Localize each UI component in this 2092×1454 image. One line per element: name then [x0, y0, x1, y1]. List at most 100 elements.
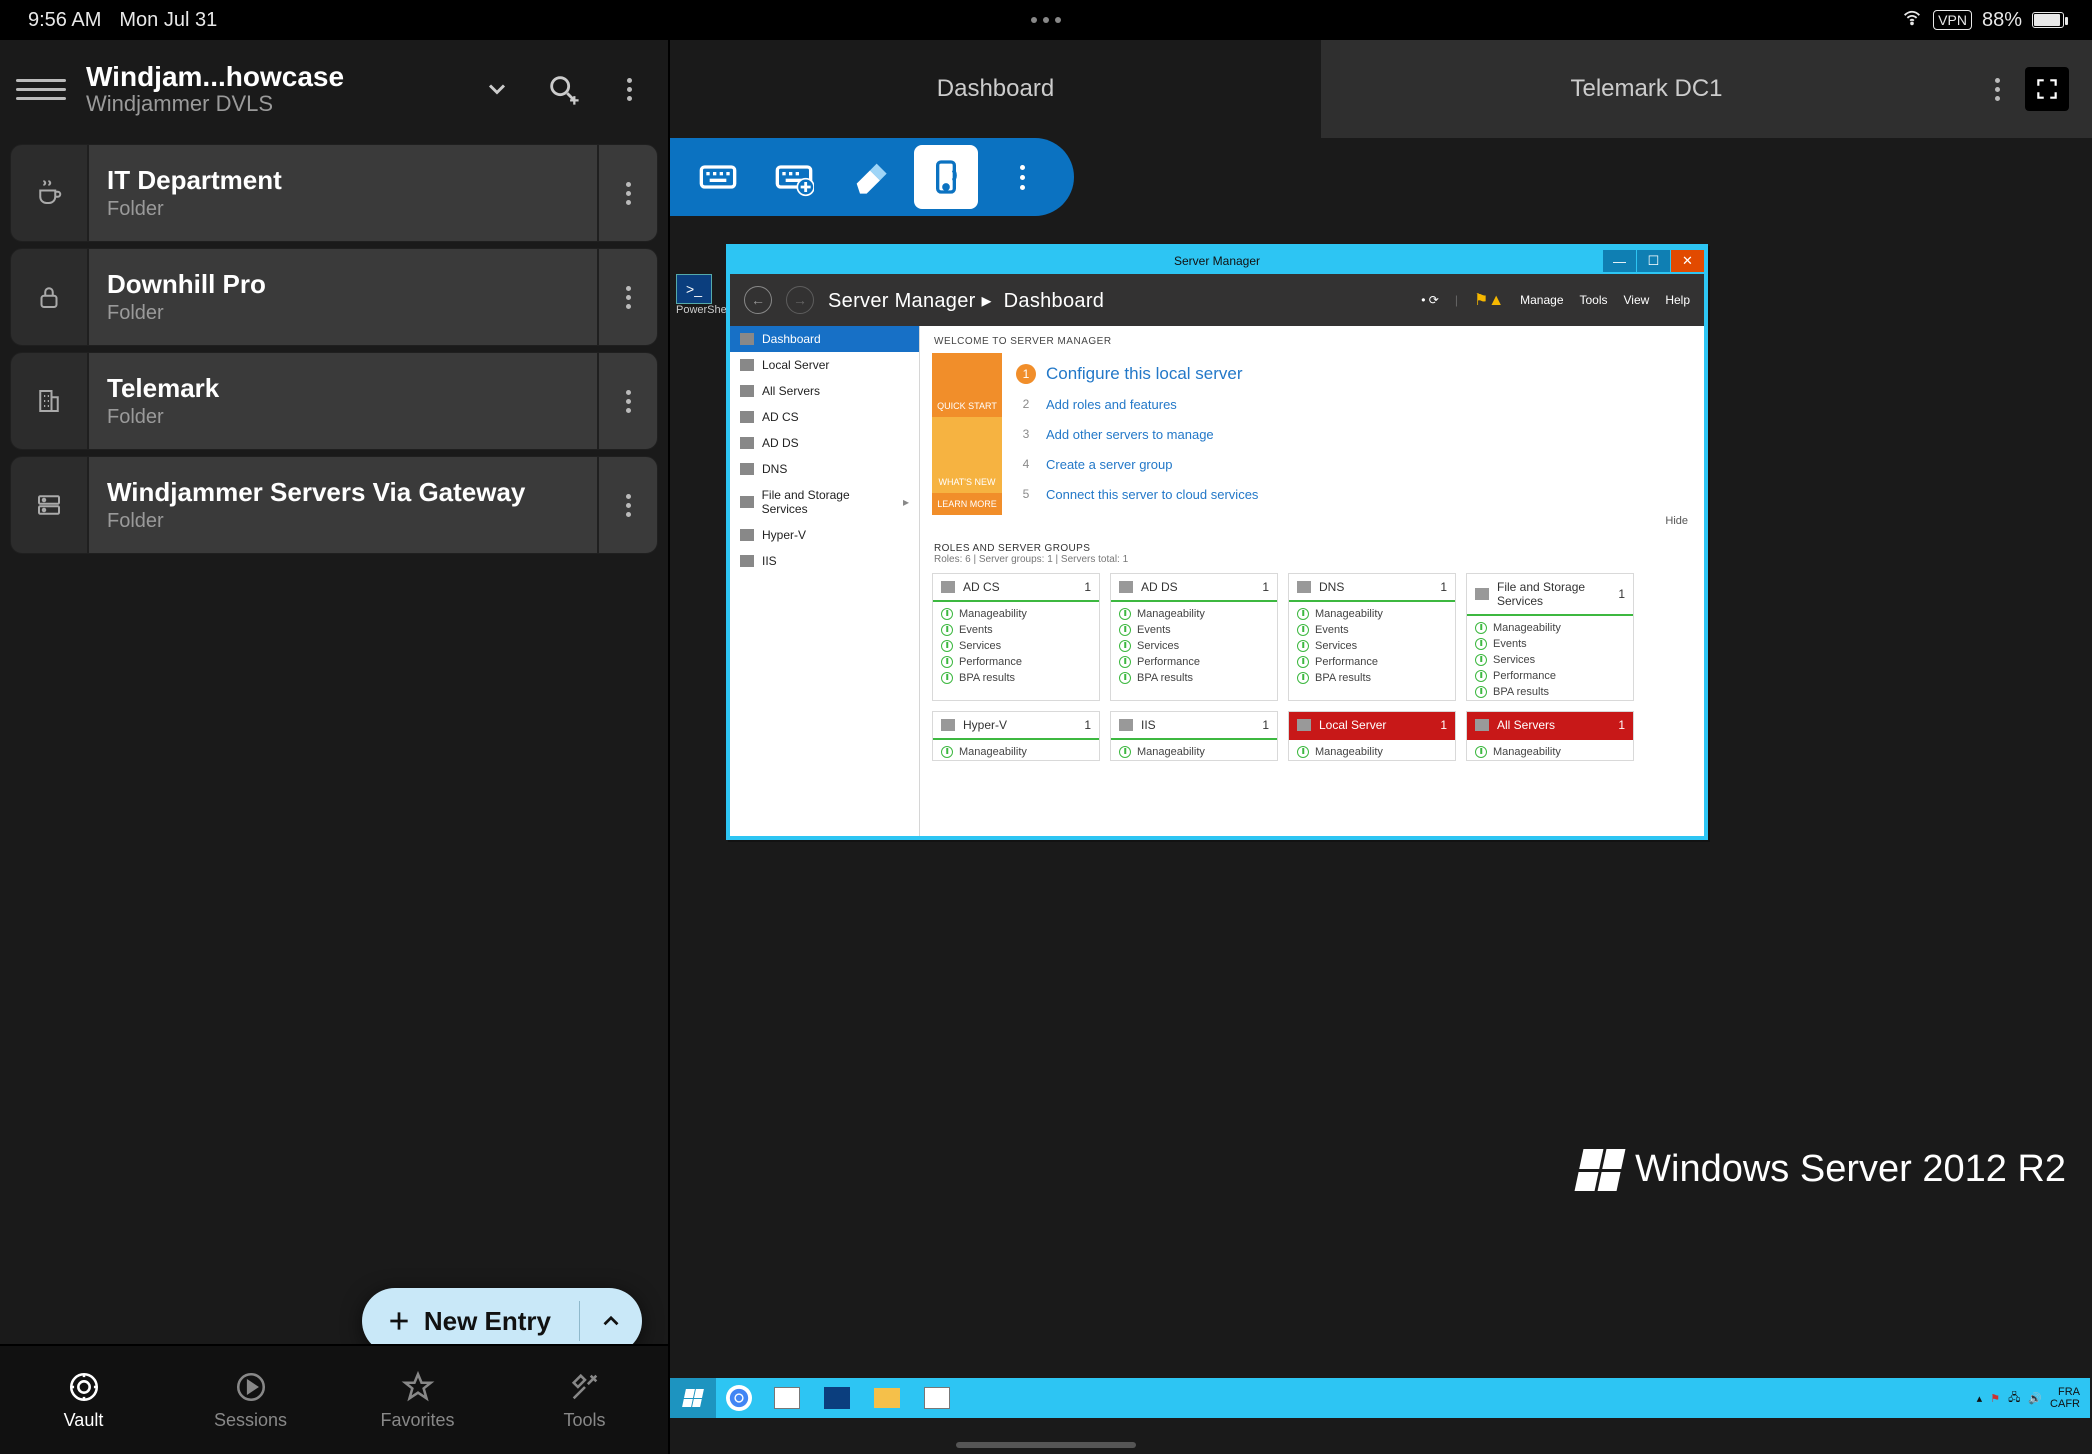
tray-language[interactable]: FRACAFR — [2050, 1386, 2080, 1410]
hide-link[interactable]: Hide — [920, 515, 1704, 531]
toolbar-touch-icon[interactable] — [914, 145, 978, 209]
search-icon[interactable] — [540, 66, 586, 112]
quickstart-step[interactable]: 4Create a server group — [1016, 449, 1678, 479]
menu-help[interactable]: Help — [1665, 293, 1690, 307]
role-tile[interactable]: AD DS1ManageabilityEventsServicesPerform… — [1110, 573, 1278, 701]
toolbar-eraser-icon[interactable] — [838, 145, 902, 209]
vault-selector[interactable]: Windjam...howcase Windjammer DVLS — [86, 61, 454, 117]
tray-flag-icon[interactable]: ⚑ — [1990, 1392, 2000, 1405]
sm-nav-item[interactable]: AD DS — [730, 430, 919, 456]
tile-metric[interactable]: Manageability — [1289, 606, 1455, 622]
window-close-button[interactable]: ✕ — [1670, 250, 1704, 272]
tray-up-icon[interactable]: ▴ — [1977, 1392, 1983, 1405]
quickstart-step[interactable]: 1Configure this local server — [1016, 359, 1678, 389]
tile-metric[interactable]: Performance — [933, 654, 1099, 670]
remote-taskbar[interactable]: ▴ ⚑ 🖧 🔊 FRACAFR — [670, 1378, 2090, 1418]
tile-metric[interactable]: BPA results — [1467, 684, 1633, 700]
nav-favorites[interactable]: Favorites — [334, 1346, 501, 1454]
nav-tools[interactable]: Tools — [501, 1346, 668, 1454]
tile-metric[interactable]: Events — [933, 622, 1099, 638]
tile-metric[interactable]: BPA results — [933, 670, 1099, 686]
role-tile[interactable]: IIS1Manageability — [1110, 711, 1278, 761]
role-tile[interactable]: Hyper-V1Manageability — [932, 711, 1100, 761]
hamburger-menu-icon[interactable] — [16, 64, 66, 114]
tile-metric[interactable]: Manageability — [1467, 620, 1633, 636]
tile-metric[interactable]: Services — [1289, 638, 1455, 654]
tile-metric[interactable]: Manageability — [1111, 606, 1277, 622]
taskbar-powershell-icon[interactable] — [814, 1382, 860, 1414]
role-tile[interactable]: Local Server1Manageability — [1288, 711, 1456, 761]
taskbar-server-manager-icon[interactable] — [764, 1382, 810, 1414]
tab-dashboard[interactable]: Dashboard — [670, 40, 1321, 138]
tile-metric[interactable]: Events — [1467, 636, 1633, 652]
window-minimize-button[interactable]: — — [1602, 250, 1636, 272]
fullscreen-icon[interactable] — [2025, 67, 2069, 111]
vault-item[interactable]: Windjammer Servers Via Gateway Folder — [10, 456, 658, 554]
tile-metric[interactable]: Manageability — [1289, 744, 1455, 760]
desktop-shortcut-powershell[interactable]: >_ PowerShell — [676, 274, 732, 316]
toolbar-more-icon[interactable] — [990, 145, 1054, 209]
header-more-icon[interactable] — [606, 66, 652, 112]
chevron-down-icon[interactable] — [474, 66, 520, 112]
sm-nav-item[interactable]: Dashboard — [730, 326, 919, 352]
tile-metric[interactable]: Manageability — [1467, 744, 1633, 760]
refresh-icon[interactable]: • ⟳ — [1421, 293, 1439, 307]
tile-metric[interactable]: BPA results — [1111, 670, 1277, 686]
vault-item-more-icon[interactable] — [598, 144, 658, 242]
tile-metric[interactable]: Performance — [1111, 654, 1277, 670]
role-tile[interactable]: DNS1ManageabilityEventsServicesPerforman… — [1288, 573, 1456, 701]
nav-back-icon[interactable]: ← — [744, 286, 772, 314]
vault-item-more-icon[interactable] — [598, 248, 658, 346]
server-manager-window[interactable]: Server Manager — ☐ ✕ ← → Server Manager … — [726, 244, 1708, 840]
role-tile[interactable]: All Servers1Manageability — [1466, 711, 1634, 761]
menu-tools[interactable]: Tools — [1580, 293, 1608, 307]
quickstart-step[interactable]: 5Connect this server to cloud services — [1016, 479, 1678, 509]
tile-metric[interactable]: Services — [933, 638, 1099, 654]
role-tile[interactable]: File and Storage Services1ManageabilityE… — [1466, 573, 1634, 701]
tile-metric[interactable]: Performance — [1289, 654, 1455, 670]
tile-metric[interactable]: Events — [1111, 622, 1277, 638]
tile-metric[interactable]: Services — [1467, 652, 1633, 668]
vault-item-more-icon[interactable] — [598, 352, 658, 450]
taskbar-app-icon[interactable] — [914, 1382, 960, 1414]
toolbar-keyboard-plus-icon[interactable] — [762, 145, 826, 209]
nav-sessions[interactable]: Sessions — [167, 1346, 334, 1454]
vault-item-more-icon[interactable] — [598, 456, 658, 554]
quickstart-step[interactable]: 3Add other servers to manage — [1016, 419, 1678, 449]
sm-nav-item[interactable]: DNS — [730, 456, 919, 482]
vault-item[interactable]: Downhill Pro Folder — [10, 248, 658, 346]
menu-manage[interactable]: Manage — [1520, 293, 1563, 307]
sm-nav-item[interactable]: All Servers — [730, 378, 919, 404]
sm-nav-item[interactable]: AD CS — [730, 404, 919, 430]
tile-metric[interactable]: Manageability — [933, 606, 1099, 622]
multitask-dots-icon[interactable] — [1031, 17, 1061, 23]
nav-forward-icon[interactable]: → — [786, 286, 814, 314]
tile-metric[interactable]: Performance — [1467, 668, 1633, 684]
new-entry-expand-icon[interactable] — [580, 1308, 642, 1334]
remote-viewport[interactable]: >_ PowerShell Server Manager — ☐ ✕ ← — [670, 138, 2092, 1454]
tray-sound-icon[interactable]: 🔊 — [2028, 1392, 2042, 1405]
tile-metric[interactable]: Manageability — [933, 744, 1099, 760]
flag-warning-icon[interactable]: ⚑▲ — [1474, 290, 1504, 310]
quickstart-step[interactable]: 2Add roles and features — [1016, 389, 1678, 419]
taskbar-chrome-icon[interactable] — [726, 1385, 752, 1411]
tile-metric[interactable]: Events — [1289, 622, 1455, 638]
role-tile[interactable]: AD CS1ManageabilityEventsServicesPerform… — [932, 573, 1100, 701]
taskbar-explorer-icon[interactable] — [864, 1382, 910, 1414]
vault-item[interactable]: Telemark Folder — [10, 352, 658, 450]
taskbar-tray[interactable]: ▴ ⚑ 🖧 🔊 FRACAFR — [1967, 1386, 2090, 1410]
start-button[interactable] — [670, 1378, 716, 1418]
home-indicator[interactable] — [956, 1442, 1136, 1448]
vault-item[interactable]: IT Department Folder — [10, 144, 658, 242]
tray-network-icon[interactable]: 🖧 — [2008, 1389, 2020, 1408]
toolbar-keyboard-icon[interactable] — [686, 145, 750, 209]
remote-desktop[interactable]: >_ PowerShell Server Manager — ☐ ✕ ← — [670, 138, 2090, 1418]
sm-nav-item[interactable]: Hyper-V — [730, 522, 919, 548]
tile-metric[interactable]: BPA results — [1289, 670, 1455, 686]
window-maximize-button[interactable]: ☐ — [1636, 250, 1670, 272]
tile-metric[interactable]: Services — [1111, 638, 1277, 654]
nav-vault[interactable]: Vault — [0, 1346, 167, 1454]
sm-nav-item[interactable]: Local Server — [730, 352, 919, 378]
window-titlebar[interactable]: Server Manager — ☐ ✕ — [730, 248, 1704, 274]
menu-view[interactable]: View — [1624, 293, 1650, 307]
